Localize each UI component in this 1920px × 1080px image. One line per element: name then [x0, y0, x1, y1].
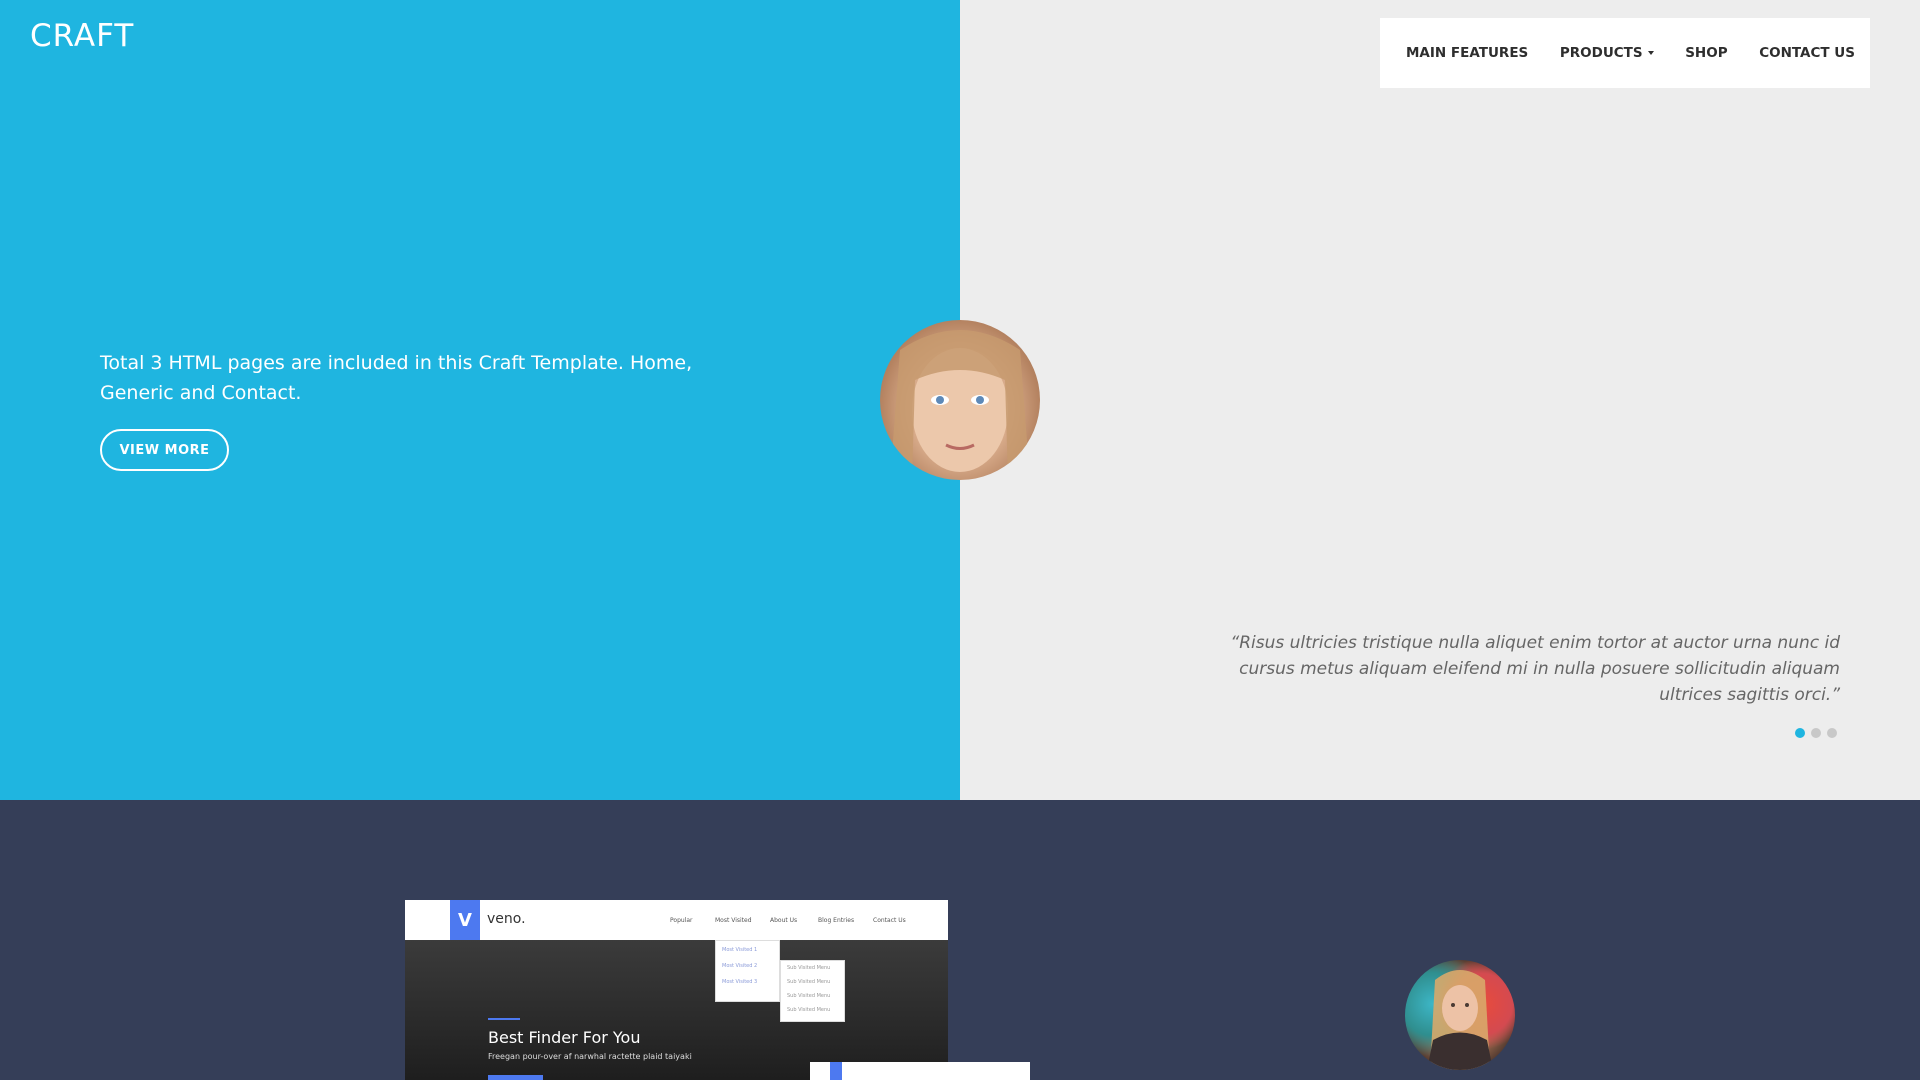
- preview-submenu-item: Sub Visited Menu: [787, 993, 831, 999]
- site-logo[interactable]: CRAFT: [30, 18, 134, 54]
- avatar: [1405, 960, 1515, 1070]
- template-preview-image[interactable]: V veno. Popular Most Visited About Us Bl…: [405, 900, 948, 1080]
- caret-down-icon: [1647, 51, 1654, 55]
- page: CRAFT MAIN FEATURES PRODUCTS SHOP CONTAC…: [0, 0, 1920, 1080]
- preview-dropdown: Most Visited 1 Most Visited 2 Most Visit…: [715, 940, 780, 1002]
- preview-submenu: Sub Visited Menu Sub Visited Menu Sub Vi…: [780, 960, 845, 1022]
- preview-submenu-item: Sub Visited Menu: [787, 979, 831, 985]
- preview-nav-item: Most Visited: [715, 917, 752, 924]
- carousel-dot[interactable]: [1827, 728, 1837, 738]
- nav-label: MAIN FEATURES: [1406, 45, 1529, 61]
- nav-label: PRODUCTS: [1559, 45, 1643, 61]
- nav-label: SHOP: [1685, 45, 1728, 61]
- preview-submenu-item: Sub Visited Menu: [787, 1007, 831, 1013]
- preview-mini-logo-icon: [830, 1062, 842, 1080]
- nav-label: CONTACT US: [1759, 45, 1855, 61]
- preview-button: [488, 1075, 543, 1080]
- testimonial-quote: “Risus ultricies tristique nulla aliquet…: [1230, 633, 1840, 705]
- carousel-dot[interactable]: [1811, 728, 1821, 738]
- preview-dropdown-item: Most Visited 3: [722, 979, 758, 985]
- avatar-portrait: [890, 330, 1030, 480]
- preview-dropdown-item: Most Visited 1: [722, 947, 758, 953]
- carousel-dot[interactable]: [1795, 728, 1805, 738]
- preview-nav-item: Contact Us: [873, 917, 906, 924]
- nav-item-main-features[interactable]: MAIN FEATURES: [1406, 45, 1528, 61]
- avatar: [880, 320, 1040, 480]
- nav-item-shop[interactable]: SHOP: [1685, 45, 1727, 61]
- hero-section: CRAFT MAIN FEATURES PRODUCTS SHOP CONTAC…: [0, 0, 1920, 800]
- preview-subtitle: Freegan pour-over af narwhal ractette pl…: [488, 1052, 692, 1061]
- preview-navbar: V veno. Popular Most Visited About Us Bl…: [405, 900, 948, 940]
- preview-secondary-bar: [810, 1062, 1030, 1080]
- hero-description: Total 3 HTML pages are included in this …: [100, 352, 693, 404]
- nav-item-contact-us[interactable]: CONTACT US: [1759, 45, 1855, 61]
- view-more-button[interactable]: VIEW MORE: [100, 429, 229, 471]
- avatar-portrait: [1427, 970, 1493, 1070]
- preview-accent-line: [488, 1018, 520, 1020]
- preview-dropdown-item: Most Visited 2: [722, 963, 758, 969]
- preview-nav-item: Popular: [670, 917, 693, 924]
- preview-brand: veno.: [487, 911, 526, 927]
- preview-logo-icon: V: [450, 900, 480, 940]
- carousel-dots: [1795, 728, 1837, 738]
- preview-nav-item: About Us: [770, 917, 798, 924]
- nav-item-products[interactable]: PRODUCTS: [1560, 45, 1654, 61]
- main-nav: MAIN FEATURES PRODUCTS SHOP CONTACT US: [1380, 18, 1870, 88]
- portfolio-section: V veno. Popular Most Visited About Us Bl…: [0, 800, 1920, 1080]
- preview-title: Best Finder For You: [488, 1028, 641, 1047]
- preview-nav-item: Blog Entries: [818, 917, 855, 924]
- preview-submenu-item: Sub Visited Menu: [787, 965, 831, 971]
